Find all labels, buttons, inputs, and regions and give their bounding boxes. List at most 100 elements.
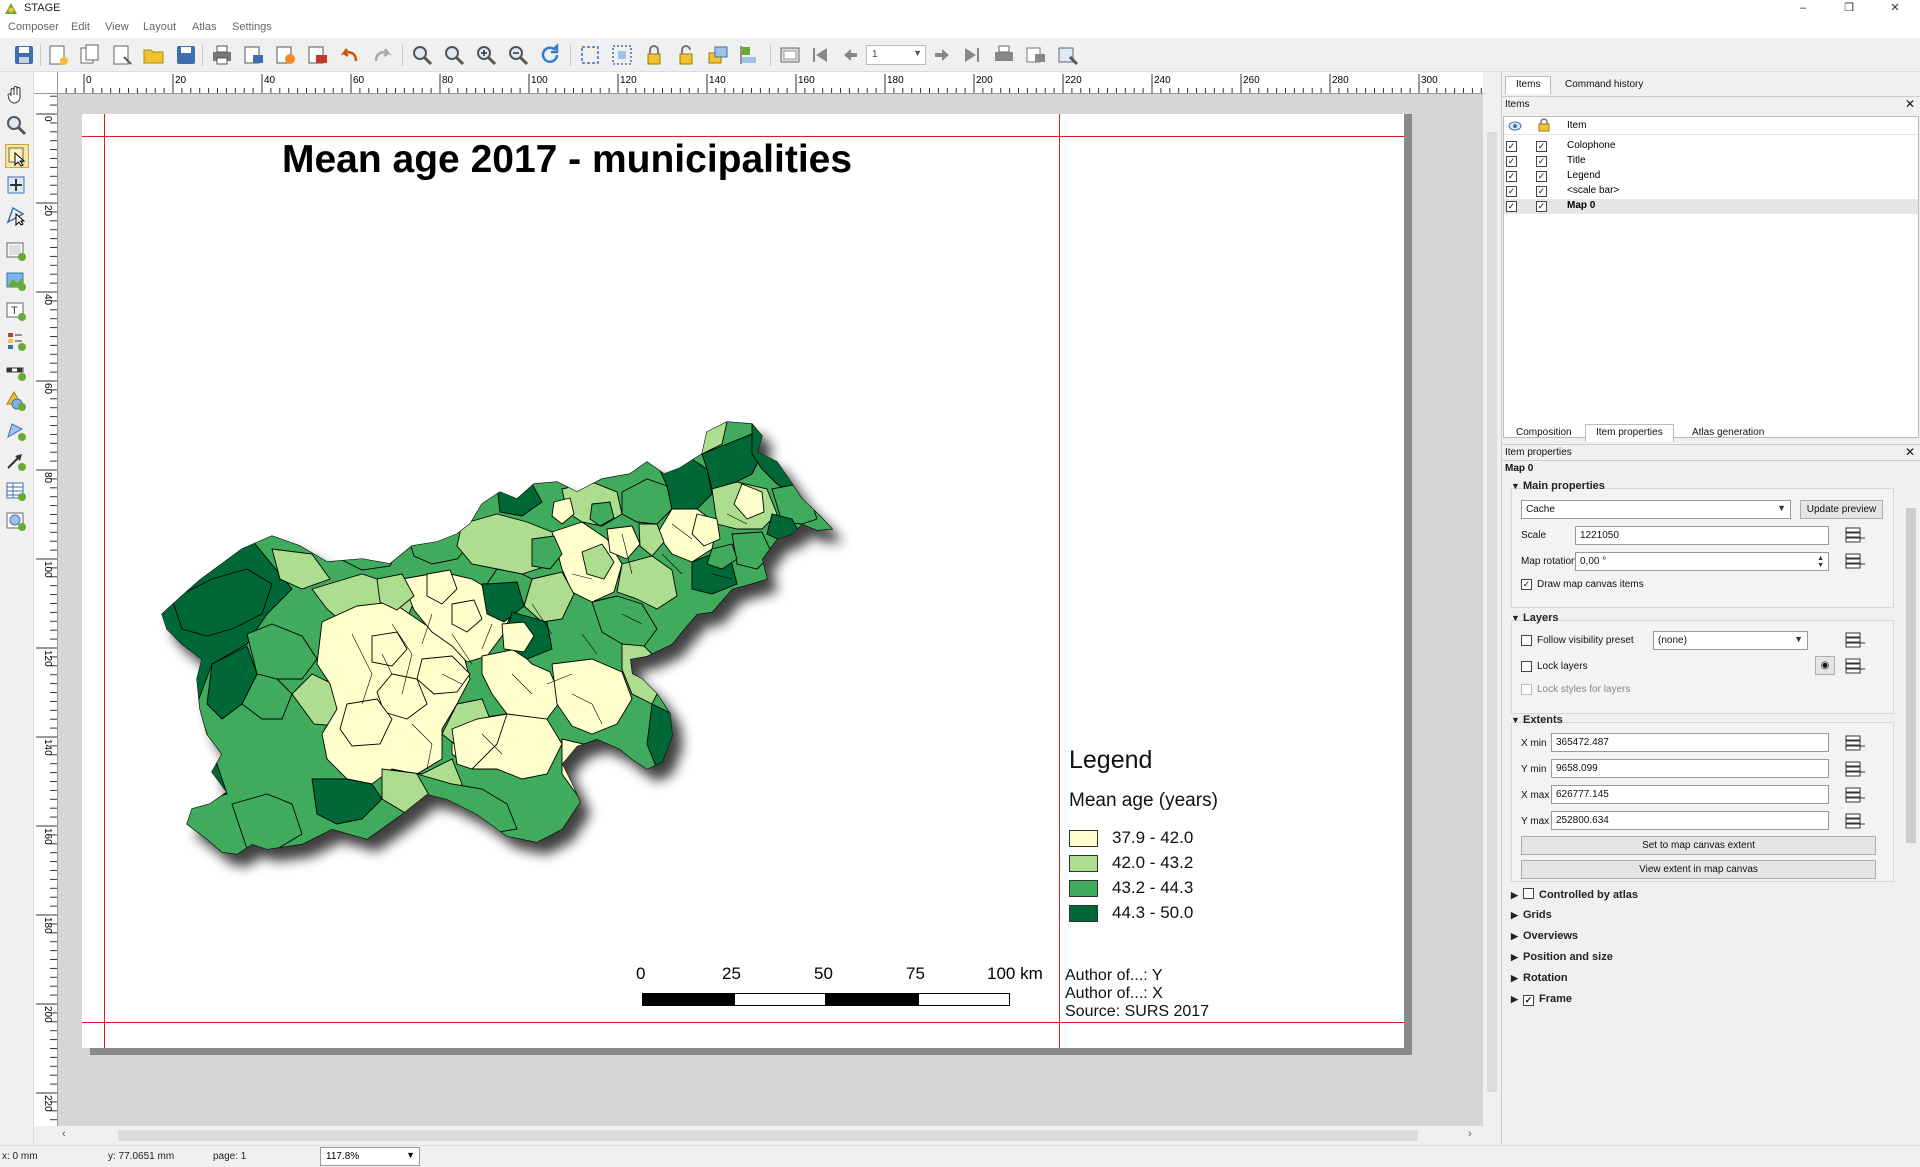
refresh-icon[interactable]: [538, 42, 562, 67]
add-image-icon[interactable]: [5, 270, 29, 294]
select-move-item-icon[interactable]: [5, 144, 29, 168]
chevron-down-icon[interactable]: ▼: [913, 48, 922, 58]
map-item[interactable]: [152, 374, 852, 894]
lock-checkbox[interactable]: ✓: [1536, 141, 1547, 152]
visibility-checkbox[interactable]: ✓: [1506, 186, 1517, 197]
collapse-triangle-icon[interactable]: ▼: [1511, 613, 1523, 623]
expand-triangle-icon[interactable]: ▶: [1511, 931, 1523, 942]
composer-canvas[interactable]: Mean age 2017 - municipalities Legend Me…: [58, 94, 1483, 1126]
last-feature-icon[interactable]: [960, 43, 984, 67]
controlled-by-atlas-checkbox[interactable]: [1523, 888, 1534, 899]
lock-checkbox[interactable]: ✓: [1536, 171, 1547, 182]
properties-scrollbar[interactable]: [1903, 478, 1919, 1145]
zoom-out-icon[interactable]: [506, 43, 530, 67]
add-attribute-table-icon[interactable]: [5, 480, 29, 504]
save-template-icon[interactable]: [174, 43, 198, 67]
close-icon[interactable]: ✕: [1905, 445, 1915, 459]
item-row-title[interactable]: ✓ ✓ Title: [1504, 154, 1918, 169]
data-defined-override-icon[interactable]: [1843, 526, 1867, 544]
layers-header[interactable]: ▼ Layers: [1511, 612, 1558, 624]
draw-map-items-checkbox[interactable]: ✓: [1521, 579, 1532, 590]
data-defined-override-icon[interactable]: [1843, 631, 1867, 649]
first-feature-icon[interactable]: [808, 43, 832, 67]
redo-icon[interactable]: [370, 43, 394, 67]
add-node-item-icon[interactable]: [5, 420, 29, 444]
grids-header[interactable]: ▶ Grids: [1511, 909, 1552, 921]
tab-atlas-generation[interactable]: Atlas generation: [1681, 424, 1775, 442]
vertical-ruler[interactable]: 0 20 40 60 80 100 120 140 160 180 200 220: [34, 94, 58, 1126]
zoom-tool-icon[interactable]: [5, 114, 29, 138]
restore-button[interactable]: ❐: [1826, 0, 1872, 18]
guide-line-middle[interactable]: [1059, 114, 1060, 1048]
add-scalebar-icon[interactable]: [5, 360, 29, 384]
expand-triangle-icon[interactable]: ▶: [1511, 890, 1523, 901]
duplicate-composer-icon[interactable]: [78, 43, 102, 67]
atlas-preview-icon[interactable]: [778, 43, 802, 67]
scale-input[interactable]: 1221050: [1575, 526, 1829, 545]
map-rotation-spinbox[interactable]: 0,00 ° ▲ ▼: [1575, 552, 1829, 571]
add-arrow-icon[interactable]: [5, 450, 29, 474]
expand-triangle-icon[interactable]: ▶: [1511, 952, 1523, 963]
update-preview-button[interactable]: Update preview: [1800, 500, 1883, 519]
frame-checkbox[interactable]: ✓: [1523, 995, 1534, 1006]
guide-line-bottom[interactable]: [82, 1022, 1404, 1023]
follow-preset-checkbox[interactable]: [1521, 635, 1532, 646]
composition-page[interactable]: Mean age 2017 - municipalities Legend Me…: [82, 114, 1404, 1048]
extents-header[interactable]: ▼ Extents: [1511, 714, 1563, 726]
chevron-down-icon[interactable]: ▼: [1794, 634, 1803, 644]
position-and-size-header[interactable]: ▶ Position and size: [1511, 951, 1613, 963]
lock-checkbox[interactable]: ✓: [1536, 186, 1547, 197]
close-button[interactable]: ✕: [1872, 0, 1918, 18]
item-properties-scroll[interactable]: ▼ Main properties Cache ▼ Update preview S…: [1503, 478, 1919, 1145]
minimize-button[interactable]: –: [1780, 0, 1826, 18]
scroll-left-icon[interactable]: ‹: [62, 1128, 66, 1140]
visibility-checkbox[interactable]: ✓: [1506, 171, 1517, 182]
open-template-icon[interactable]: [142, 43, 166, 67]
expand-triangle-icon[interactable]: ▶: [1511, 994, 1523, 1005]
data-defined-override-icon[interactable]: [1843, 734, 1867, 752]
x-min-input[interactable]: 365472.487: [1551, 733, 1829, 752]
export-svg-icon[interactable]: [274, 43, 298, 67]
items-tree[interactable]: Item ✓ ✓ Colophone ✓ ✓ Title ✓ ✓ Legend …: [1503, 116, 1919, 438]
data-defined-override-icon[interactable]: [1843, 657, 1867, 675]
raise-items-icon[interactable]: [706, 43, 730, 67]
guide-line-top[interactable]: [82, 136, 1404, 137]
new-composer-icon[interactable]: [46, 43, 70, 67]
print-icon[interactable]: [210, 43, 234, 67]
lock-checkbox[interactable]: ✓: [1536, 201, 1547, 212]
menu-atlas[interactable]: Atlas: [192, 21, 216, 33]
guide-line-left[interactable]: [104, 114, 105, 1048]
unlock-items-icon[interactable]: [674, 43, 698, 67]
cache-mode-select[interactable]: Cache ▼: [1521, 500, 1791, 519]
item-row-colophone[interactable]: ✓ ✓ Colophone: [1504, 139, 1918, 154]
map-title-label[interactable]: Mean age 2017 - municipalities: [282, 138, 852, 182]
export-image-icon[interactable]: [242, 43, 266, 67]
scrollbar-thumb[interactable]: [1487, 132, 1497, 1092]
atlas-page-spinbox[interactable]: 1 ▼: [866, 45, 926, 65]
overviews-header[interactable]: ▶ Overviews: [1511, 930, 1578, 942]
save-project-icon[interactable]: [12, 43, 36, 67]
menu-layout[interactable]: Layout: [143, 21, 176, 33]
layer-visibility-eye-icon[interactable]: ◉: [1815, 656, 1835, 675]
spin-arrows-icon[interactable]: ▲ ▼: [1817, 555, 1824, 569]
scroll-right-icon[interactable]: ›: [1468, 1128, 1472, 1140]
collapse-triangle-icon[interactable]: ▼: [1511, 715, 1523, 725]
composer-manager-icon[interactable]: [110, 43, 134, 67]
visibility-checkbox[interactable]: ✓: [1506, 141, 1517, 152]
chevron-down-icon[interactable]: ▼: [1777, 503, 1786, 513]
data-defined-override-icon[interactable]: [1843, 760, 1867, 778]
expand-triangle-icon[interactable]: ▶: [1511, 910, 1523, 921]
expand-triangle-icon[interactable]: ▶: [1511, 973, 1523, 984]
add-label-icon[interactable]: T: [5, 300, 29, 324]
next-feature-icon[interactable]: [930, 43, 954, 67]
zoom-100-icon[interactable]: [442, 43, 466, 67]
y-max-input[interactable]: 252800.634: [1551, 811, 1829, 830]
item-row-scale-bar[interactable]: ✓ ✓ <scale bar>: [1504, 184, 1918, 199]
lock-checkbox[interactable]: ✓: [1536, 156, 1547, 167]
item-row-legend[interactable]: ✓ ✓ Legend: [1504, 169, 1918, 184]
export-atlas-icon[interactable]: [1024, 43, 1048, 67]
visibility-preset-select[interactable]: (none) ▼: [1653, 631, 1808, 650]
lock-styles-checkbox[interactable]: [1521, 684, 1532, 695]
view-extent-in-canvas-button[interactable]: View extent in map canvas: [1521, 860, 1876, 879]
export-pdf-icon[interactable]: [306, 43, 330, 67]
